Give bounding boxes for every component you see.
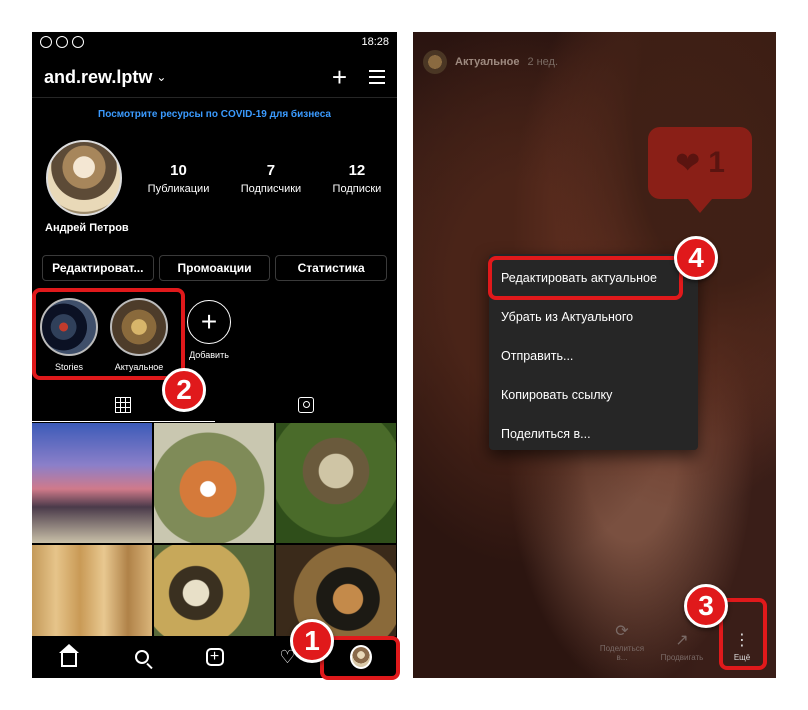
home-icon (58, 643, 79, 667)
add-plus-icon[interactable]: + (187, 300, 231, 344)
promotions-button[interactable]: Промоакции (158, 255, 271, 281)
promote-action[interactable]: ↗ Продвигать (658, 630, 706, 662)
story-timestamp: 2 нед. (527, 56, 559, 68)
profile-avatar[interactable] (46, 140, 122, 216)
new-post-icon: + (205, 648, 224, 666)
heart-icon: ❤ (675, 146, 701, 180)
username-switcher[interactable]: and.rew.lptw (44, 67, 152, 88)
share-icon: ⟳ (615, 623, 629, 640)
grid-icon (115, 396, 132, 413)
edit-profile-button[interactable]: Редактироват... (42, 255, 154, 281)
nav-search[interactable] (131, 646, 153, 668)
tab-tagged[interactable] (215, 388, 398, 422)
share-action[interactable]: ⟳ Поделиться в... (598, 621, 646, 662)
profile-actions: Редактироват... Промоакции Статистика (42, 255, 388, 281)
story-avatar[interactable] (423, 50, 447, 74)
menu-remove-highlight[interactable]: Убрать из Актуального (489, 297, 698, 336)
stat-following[interactable]: 12 Подписки (333, 162, 382, 195)
like-count: 1 (708, 146, 725, 179)
stat-posts[interactable]: 10 Публикации (148, 162, 210, 195)
like-count-sticker: ❤ 1 (648, 127, 752, 213)
nav-new-post[interactable]: + (204, 646, 226, 668)
viber-icon (40, 36, 52, 48)
post-thumbnail[interactable] (276, 423, 396, 543)
viber-icon (72, 36, 84, 48)
profile-header: and.rew.lptw ⌄ + (32, 60, 397, 94)
menu-share-to[interactable]: Поделиться в... (489, 414, 698, 453)
incognito-icon (56, 36, 68, 48)
story-header: Актуальное 2 нед. (423, 50, 558, 74)
story-viewer-screen: Актуальное 2 нед. ❤ 1 Редактировать акту… (413, 32, 776, 678)
step-badge-1: 1 (290, 619, 334, 663)
posts-grid (32, 423, 397, 665)
stat-followers[interactable]: 7 Подписчики (241, 162, 302, 195)
step-badge-3: 3 (684, 584, 728, 628)
header-divider (32, 97, 397, 98)
step-badge-4: 4 (674, 236, 718, 280)
menu-send[interactable]: Отправить... (489, 336, 698, 375)
step-badge-2: 2 (162, 368, 206, 412)
status-time: 18:28 (361, 36, 389, 48)
post-thumbnail[interactable] (32, 423, 152, 543)
nav-home[interactable] (58, 643, 80, 668)
highlight-add[interactable]: + Добавить (180, 298, 238, 372)
edit-highlight-annotation-box (488, 256, 683, 300)
notification-icons (40, 36, 84, 48)
story-highlight-name[interactable]: Актуальное (455, 56, 519, 68)
status-bar: 18:28 (32, 32, 397, 52)
profile-stats: 10 Публикации 7 Подписчики 12 Подписки (132, 162, 397, 195)
profile-full-name: Андрей Петров (45, 222, 129, 234)
menu-copy-link[interactable]: Копировать ссылку (489, 375, 698, 414)
create-plus-icon[interactable]: + (332, 64, 347, 90)
covid-banner-link[interactable]: Посмотрите ресурсы по COVID-19 для бизне… (32, 109, 397, 120)
insights-button[interactable]: Статистика (275, 255, 388, 281)
trend-icon: ↗ (675, 632, 689, 649)
hamburger-menu-icon[interactable] (369, 70, 385, 84)
tagged-person-icon (297, 397, 314, 413)
highlight-annotation-box (32, 288, 185, 380)
profile-tabs (32, 388, 397, 422)
search-icon (134, 650, 149, 664)
post-thumbnail[interactable] (154, 423, 274, 543)
chevron-down-icon[interactable]: ⌄ (156, 70, 166, 84)
